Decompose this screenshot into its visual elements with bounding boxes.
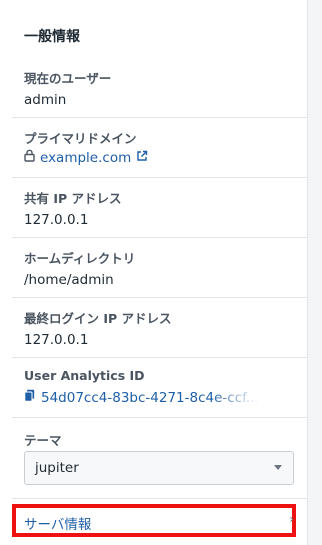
primary-domain-item: プライマリドメイン example.com: [12, 118, 307, 178]
copy-icon[interactable]: [24, 389, 35, 406]
analytics-id-item: User Analytics ID 54d07cc4-83bc-4271-8c4…: [12, 358, 307, 418]
last-login-ip-item: 最終ログイン IP アドレス 127.0.0.1: [12, 298, 307, 358]
section-title: 一般情報: [24, 29, 80, 45]
analytics-id-copy[interactable]: 54d07cc4-83bc-4271-8c4e-ccf...: [24, 389, 264, 406]
expand-icon[interactable]: ›: [289, 512, 294, 526]
theme-select[interactable]: jupiter: [24, 451, 294, 485]
panel-edge-background: [308, 0, 322, 545]
home-directory-label: ホームディレクトリ: [24, 251, 136, 266]
theme-selected-value: jupiter: [35, 460, 79, 476]
current-user-item: 現在のユーザー admin: [12, 58, 307, 118]
lock-icon: [24, 149, 35, 166]
primary-domain-value[interactable]: example.com: [40, 150, 131, 166]
current-user-value: admin: [24, 92, 67, 108]
last-login-ip-label: 最終ログイン IP アドレス: [24, 311, 172, 326]
shared-ip-item: 共有 IP アドレス 127.0.0.1: [12, 178, 307, 238]
external-link-icon[interactable]: [136, 150, 148, 166]
last-login-ip-value: 127.0.0.1: [24, 332, 89, 348]
server-info-section[interactable]: サーバ情報 ›: [12, 504, 296, 537]
chevron-down-icon: [274, 465, 282, 470]
general-info-panel: 一般情報 現在のユーザー admin プライマリドメイン example.com: [0, 0, 308, 545]
analytics-id-label: User Analytics ID: [24, 368, 145, 383]
theme-label: テーマ: [24, 433, 62, 448]
shared-ip-label: 共有 IP アドレス: [24, 191, 122, 206]
primary-domain-label: プライマリドメイン: [24, 131, 137, 146]
divider: [12, 498, 307, 499]
server-info-label[interactable]: サーバ情報: [24, 513, 91, 533]
analytics-id-value[interactable]: 54d07cc4-83bc-4271-8c4e-ccf...: [41, 390, 259, 406]
home-directory-item: ホームディレクトリ /home/admin: [12, 238, 307, 298]
shared-ip-value: 127.0.0.1: [24, 212, 89, 228]
current-user-label: 現在のユーザー: [24, 71, 112, 86]
home-directory-value: /home/admin: [24, 272, 114, 288]
primary-domain-link[interactable]: example.com: [24, 149, 148, 166]
